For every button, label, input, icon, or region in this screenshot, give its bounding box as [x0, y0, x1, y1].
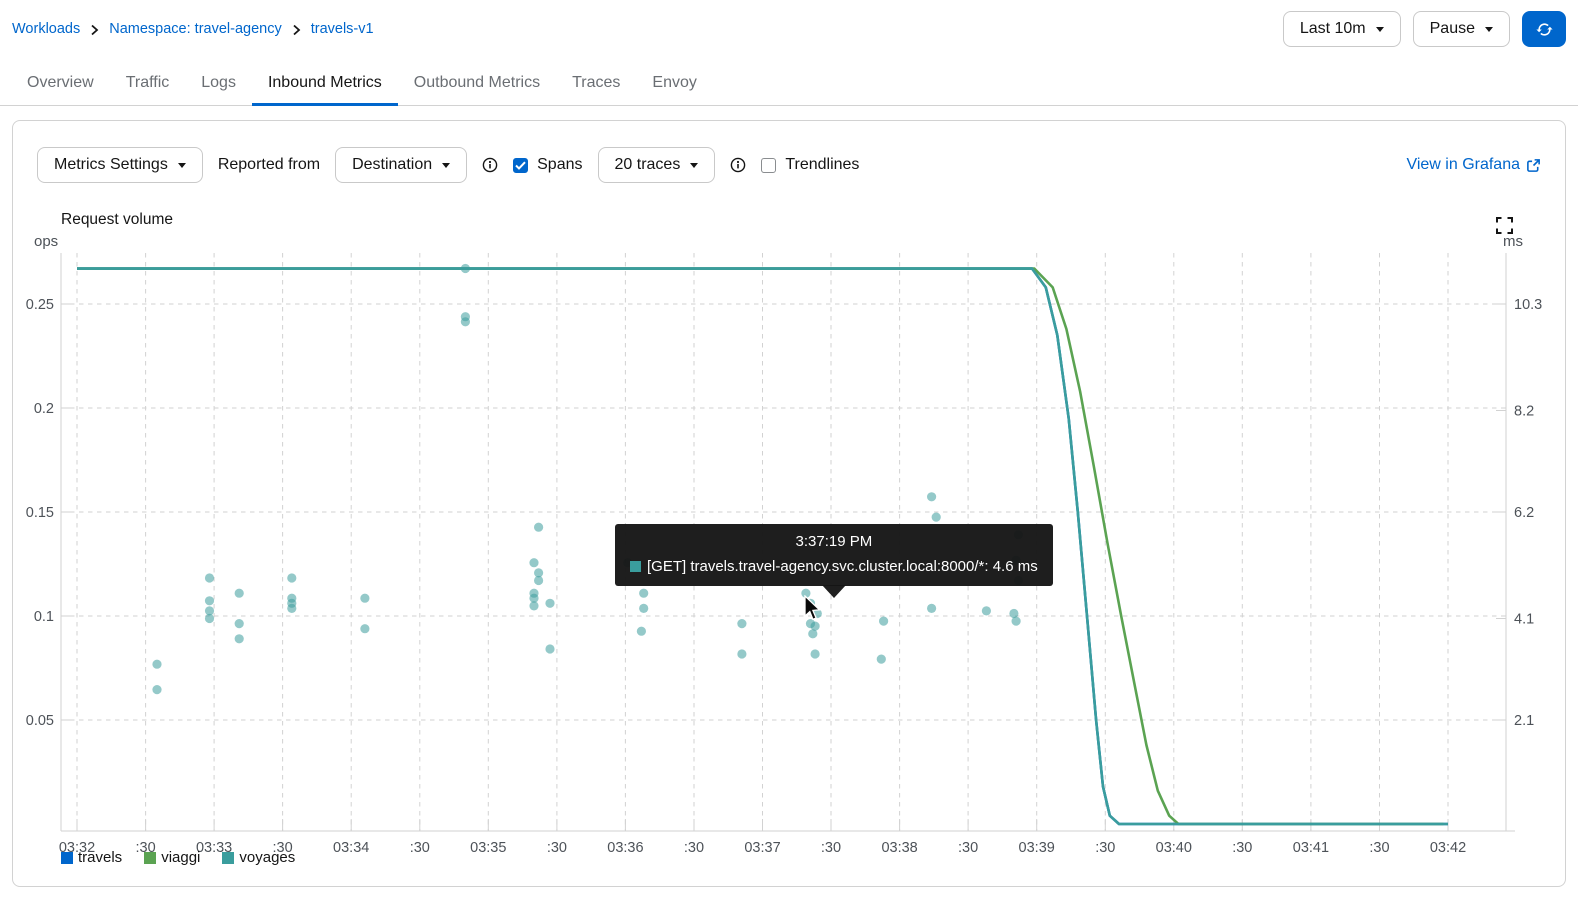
- grafana-link-label: View in Grafana: [1406, 156, 1520, 173]
- tab-traffic[interactable]: Traffic: [110, 64, 186, 105]
- chart-toolbar: Metrics Settings Reported from Destinati…: [37, 147, 1541, 183]
- svg-text::30: :30: [1095, 840, 1115, 856]
- svg-text:03:36: 03:36: [607, 840, 643, 856]
- legend-label: travels: [78, 849, 123, 866]
- metrics-settings-label: Metrics Settings: [54, 156, 168, 173]
- refresh-interval-dropdown[interactable]: Pause: [1412, 11, 1510, 47]
- svg-text:0.15: 0.15: [26, 505, 54, 521]
- svg-text:03:39: 03:39: [1019, 840, 1055, 856]
- caret-down-icon: [1485, 27, 1493, 36]
- legend-item-travels[interactable]: travels: [61, 849, 122, 866]
- svg-text:03:34: 03:34: [333, 840, 369, 856]
- caret-down-icon: [690, 163, 699, 172]
- chart-legend: travels viaggi voyages: [61, 849, 295, 866]
- kiali-workload-metrics-page: Workloads Namespace: travel-agency trave…: [0, 0, 1578, 914]
- traces-count-value: 20 traces: [614, 156, 681, 173]
- spans-checkbox-group[interactable]: Spans: [513, 156, 583, 174]
- svg-text::30: :30: [1369, 840, 1389, 856]
- caret-down-icon: [1375, 27, 1384, 36]
- svg-text::30: :30: [684, 840, 704, 856]
- duration-value: Last 10m: [1299, 20, 1366, 37]
- sync-icon: [1535, 22, 1553, 36]
- mouse-cursor-icon: [804, 595, 821, 621]
- caret-down-icon: [442, 163, 451, 172]
- legend-label: voyages: [239, 849, 296, 866]
- svg-text:2.1: 2.1: [1514, 713, 1534, 729]
- tooltip-time: 3:37:19 PM: [795, 533, 873, 550]
- reported-from-dropdown[interactable]: Destination: [335, 147, 468, 183]
- tab-envoy[interactable]: Envoy: [636, 64, 712, 105]
- svg-text:4.1: 4.1: [1514, 612, 1534, 628]
- trendlines-checkbox[interactable]: [761, 157, 777, 173]
- tab-outbound-metrics[interactable]: Outbound Metrics: [398, 64, 556, 105]
- legend-swatch: [222, 851, 235, 864]
- left-axis-unit: ops: [34, 233, 59, 250]
- tab-inbound-metrics[interactable]: Inbound Metrics: [251, 64, 398, 106]
- tooltip-span-text: [GET] travels.travel-agency.svc.cluster.…: [647, 558, 1038, 575]
- svg-text:6.2: 6.2: [1514, 505, 1534, 521]
- reported-from-value: Destination: [352, 156, 433, 173]
- svg-text:03:38: 03:38: [881, 840, 917, 856]
- metrics-card: Metrics Settings Reported from Destinati…: [12, 120, 1566, 887]
- trendlines-checkbox-group[interactable]: Trendlines: [761, 156, 859, 174]
- svg-text::30: :30: [410, 840, 430, 856]
- chart-hover-tooltip: 3:37:19 PM [GET] travels.travel-agency.s…: [615, 524, 1053, 598]
- svg-text::30: :30: [821, 840, 841, 856]
- time-controls: Last 10m Pause: [1282, 11, 1566, 47]
- svg-text:03:37: 03:37: [744, 840, 780, 856]
- legend-swatch: [61, 851, 73, 864]
- view-in-grafana-link[interactable]: View in Grafana: [1406, 156, 1541, 174]
- tooltip-series-marker: [630, 561, 641, 572]
- svg-text:0.05: 0.05: [26, 713, 54, 729]
- tab-bar: Overview Traffic Logs Inbound Metrics Ou…: [0, 64, 1578, 106]
- top-bar: Workloads Namespace: travel-agency trave…: [0, 0, 1578, 50]
- duration-dropdown[interactable]: Last 10m: [1282, 11, 1401, 47]
- chart-title: Request volume: [61, 211, 174, 228]
- legend-item-voyages[interactable]: voyages: [222, 849, 295, 866]
- expand-chart-icon[interactable]: [1496, 217, 1513, 237]
- trendlines-checkbox-label[interactable]: Trendlines: [785, 156, 859, 174]
- svg-text:0.2: 0.2: [34, 401, 54, 417]
- spans-checkbox[interactable]: [513, 157, 529, 173]
- legend-label: viaggi: [161, 849, 201, 866]
- breadcrumb-workloads[interactable]: Workloads: [12, 21, 80, 37]
- svg-text::30: :30: [547, 840, 567, 856]
- refresh-mode-value: Pause: [1429, 20, 1475, 37]
- svg-text:03:40: 03:40: [1156, 840, 1192, 856]
- svg-text::30: :30: [958, 840, 978, 856]
- svg-text:10.3: 10.3: [1514, 297, 1542, 313]
- svg-text:03:42: 03:42: [1430, 840, 1466, 856]
- svg-text:03:41: 03:41: [1293, 840, 1329, 856]
- chevron-right-icon: [90, 24, 99, 36]
- external-link-icon: [1527, 158, 1540, 172]
- info-icon[interactable]: [730, 157, 746, 173]
- breadcrumb: Workloads Namespace: travel-agency trave…: [12, 21, 374, 37]
- caret-down-icon: [177, 163, 186, 172]
- svg-text:8.2: 8.2: [1514, 404, 1534, 420]
- svg-text:03:35: 03:35: [470, 840, 506, 856]
- refresh-button[interactable]: [1522, 11, 1566, 47]
- legend-swatch: [144, 851, 157, 864]
- svg-text:0.1: 0.1: [34, 609, 54, 625]
- breadcrumb-workload-name[interactable]: travels-v1: [311, 21, 374, 37]
- tab-traces[interactable]: Traces: [556, 64, 636, 105]
- metrics-chart[interactable]: 03:32:30 03:33:30 03:34:30 03:35:30 03:36:30…: [13, 121, 1567, 888]
- metrics-settings-dropdown[interactable]: Metrics Settings: [37, 147, 203, 183]
- check-icon: [515, 161, 526, 170]
- legend-item-viaggi[interactable]: viaggi: [144, 849, 200, 866]
- traces-count-dropdown[interactable]: 20 traces: [597, 147, 716, 183]
- info-icon[interactable]: [482, 157, 498, 173]
- tab-logs[interactable]: Logs: [185, 64, 252, 105]
- chevron-right-icon: [292, 24, 301, 36]
- reported-from-label: Reported from: [217, 156, 321, 173]
- spans-checkbox-label[interactable]: Spans: [537, 156, 582, 174]
- tab-overview[interactable]: Overview: [11, 64, 110, 105]
- tooltip-caret: [821, 585, 846, 598]
- breadcrumb-namespace[interactable]: Namespace: travel-agency: [109, 21, 281, 37]
- svg-text:0.25: 0.25: [26, 297, 54, 313]
- svg-text::30: :30: [1232, 840, 1252, 856]
